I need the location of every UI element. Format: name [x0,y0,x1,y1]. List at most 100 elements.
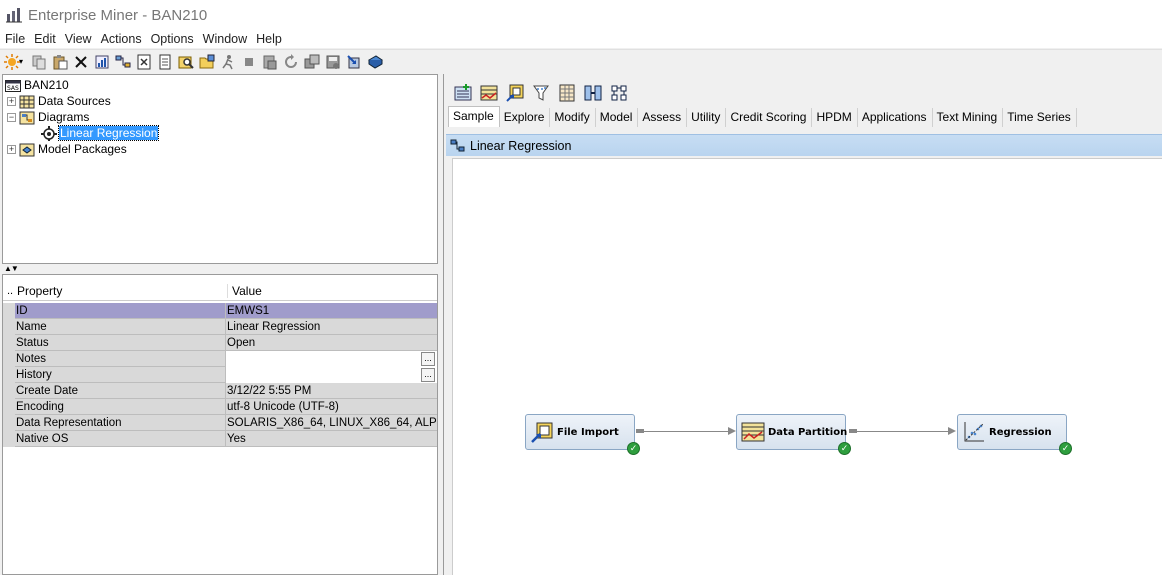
tree-item-label: Linear Regression [57,125,160,141]
tab-applications[interactable]: Applications [858,108,933,127]
collapse-arrows-icon[interactable]: ▲▼ [4,265,19,273]
tab-explore[interactable]: Explore [500,108,551,127]
property-row-notes[interactable]: Notes ... [3,350,437,367]
tab-time-series[interactable]: Time Series [1003,108,1077,127]
node-data-partition[interactable]: Data Partition ✓ [736,414,851,455]
run-icon[interactable] [218,52,238,72]
tab-utility[interactable]: Utility [687,108,727,127]
property-row-name[interactable]: Name Linear Regression [3,318,437,335]
left-panel: SAS BAN210 + Data Sources − Diagrams Lin… [2,74,438,575]
property-row-create-date[interactable]: Create Date 3/12/22 5:55 PM [3,382,437,399]
model-packages-icon [19,143,35,156]
header-value[interactable]: Value [227,283,437,298]
data-partition-icon [741,420,765,444]
tree-item-data-sources[interactable]: + Data Sources [7,93,112,109]
properties-header: .. Property Value [3,281,437,301]
menu-options[interactable]: Options [147,32,198,46]
connector-line[interactable] [644,431,730,432]
diagram-icon[interactable] [113,52,133,72]
sample-node-icon[interactable] [478,82,500,104]
export-icon[interactable] [134,52,154,72]
menu-help[interactable]: Help [252,32,286,46]
property-row-encoding[interactable]: Encoding utf-8 Unicode (UTF-8) [3,398,437,415]
tree-item-label: Model Packages [38,142,127,156]
connector-port[interactable] [849,429,857,433]
diagram-icon [450,139,465,151]
right-panel: Sample Explore Modify Model Assess Utili… [443,74,1162,575]
results-icon[interactable] [260,52,280,72]
property-value: SOLARIS_X86_64, LINUX_X86_64, ALPHA_ [227,416,437,429]
filter-node-icon[interactable] [530,82,552,104]
history-ellipsis-button[interactable]: ... [421,367,435,382]
delete-icon[interactable] [71,52,91,72]
menu-file[interactable]: File [1,32,29,46]
tab-hpdm[interactable]: HPDM [812,108,858,127]
properties-icon[interactable] [92,52,112,72]
property-row-status[interactable]: Status Open [3,334,437,351]
file-import-node-icon[interactable] [504,82,526,104]
tree-item-linear-regression[interactable]: Linear Regression [41,125,160,141]
menu-actions[interactable]: Actions [97,32,146,46]
layout-icon[interactable] [302,52,322,72]
property-row-data-representation[interactable]: Data Representation SOLARIS_X86_64, LINU… [3,414,437,431]
tree-item-diagrams[interactable]: − Diagrams [7,109,90,125]
stop-icon[interactable] [239,52,259,72]
expand-icon[interactable]: + [7,96,16,106]
data-partition-node-icon[interactable] [582,82,604,104]
diagrams-icon [19,111,35,124]
tab-assess[interactable]: Assess [638,108,688,127]
property-value: Linear Regression [227,320,321,333]
menu-window[interactable]: Window [199,32,251,46]
notes-icon[interactable] [155,52,175,72]
project-icon: SAS [5,79,21,92]
node-label: Data Partition [768,426,848,438]
property-row-native-os[interactable]: Native OS Yes [3,430,437,447]
notes-field[interactable]: ... [226,350,437,367]
connector-port[interactable] [636,429,644,433]
tab-sample[interactable]: Sample [448,106,500,127]
node-label: Regression [989,426,1052,438]
diagram-canvas[interactable]: File Import ✓ Data Partition ✓ Regressio… [452,158,1162,575]
title-bar: Enterprise Miner - BAN210 [0,0,1162,30]
explore-icon[interactable] [176,52,196,72]
node-toolbar [452,82,634,104]
tab-text-mining[interactable]: Text Mining [933,108,1004,127]
expand-icon[interactable]: + [7,144,16,154]
history-field[interactable]: ... [226,366,437,383]
tab-model[interactable]: Model [596,108,639,127]
help-icon[interactable] [365,52,385,72]
append-node-icon[interactable] [452,82,474,104]
collapse-icon[interactable]: − [7,112,16,122]
save-icon[interactable] [323,52,343,72]
tab-modify[interactable]: Modify [550,108,596,127]
connector-line[interactable] [857,431,950,432]
diagram-title-bar[interactable]: Linear Regression [446,134,1162,156]
check-icon: ✓ [1059,442,1072,455]
pane-splitter[interactable]: ▲▼ [2,264,438,273]
paste-icon[interactable] [50,52,70,72]
menu-view[interactable]: View [61,32,96,46]
header-dots[interactable]: .. [3,285,15,297]
property-name: Name [15,318,226,335]
property-name: Status [15,334,226,351]
node-regression[interactable]: Regression ✓ [957,414,1072,455]
property-value: utf-8 Unicode (UTF-8) [227,400,339,413]
check-icon: ✓ [838,442,851,455]
new-dropdown-icon[interactable]: ▾ [19,57,27,66]
notes-ellipsis-button[interactable]: ... [421,351,435,366]
tree-root[interactable]: SAS BAN210 [5,77,70,93]
tab-credit-scoring[interactable]: Credit Scoring [726,108,813,127]
merge-node-icon[interactable] [556,82,578,104]
copy-icon[interactable] [29,52,49,72]
import-icon[interactable] [344,52,364,72]
time-series-node-icon[interactable] [608,82,630,104]
menu-edit[interactable]: Edit [30,32,60,46]
refresh-icon[interactable] [281,52,301,72]
header-property[interactable]: Property [15,284,227,298]
tree-item-model-packages[interactable]: + Model Packages [7,141,128,157]
property-name: History [15,366,226,383]
property-row-id[interactable]: ID EMWS1 [3,302,437,319]
property-row-history[interactable]: History ... [3,366,437,383]
node-file-import[interactable]: File Import ✓ [525,414,640,455]
folder-icon[interactable] [197,52,217,72]
